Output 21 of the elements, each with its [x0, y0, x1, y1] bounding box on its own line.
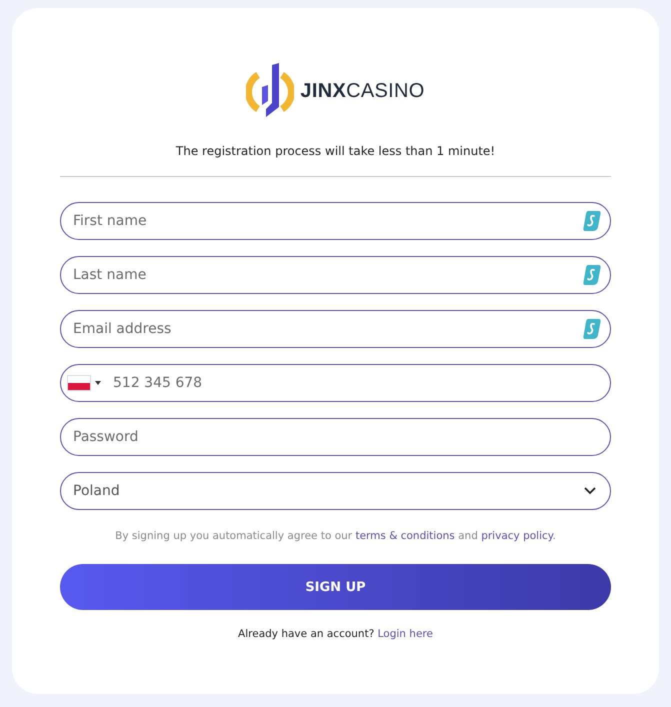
subtitle: The registration process will take less than 1 minute! [176, 144, 496, 158]
logo-text: JINXCASINO [300, 80, 425, 102]
logo-icon [246, 63, 294, 119]
country-select[interactable]: Poland [60, 472, 611, 510]
autofill-icon[interactable] [583, 210, 601, 232]
phone-field[interactable]: 512 345 678 [60, 364, 611, 402]
input-field[interactable]: Last name [60, 256, 611, 294]
input-field[interactable]: First name [60, 202, 611, 240]
flag-icon[interactable] [68, 376, 90, 390]
caret-icon[interactable] [95, 381, 101, 385]
login-prompt: Already have an account? Login here [238, 628, 433, 640]
chevron-down-icon [584, 487, 596, 495]
terms-text: By signing up you automatically agree to our terms & conditions and privacy policy. [115, 530, 556, 542]
sign-up-button[interactable]: SIGN UP [60, 564, 611, 610]
input-field[interactable]: Email address [60, 310, 611, 348]
autofill-icon[interactable] [583, 264, 601, 286]
privacy-link[interactable]: privacy policy [481, 530, 552, 542]
autofill-icon[interactable] [583, 318, 601, 340]
login-link[interactable]: Login here [378, 628, 433, 640]
terms-link[interactable]: terms & conditions [355, 530, 455, 542]
input-field[interactable]: Password [60, 418, 611, 456]
